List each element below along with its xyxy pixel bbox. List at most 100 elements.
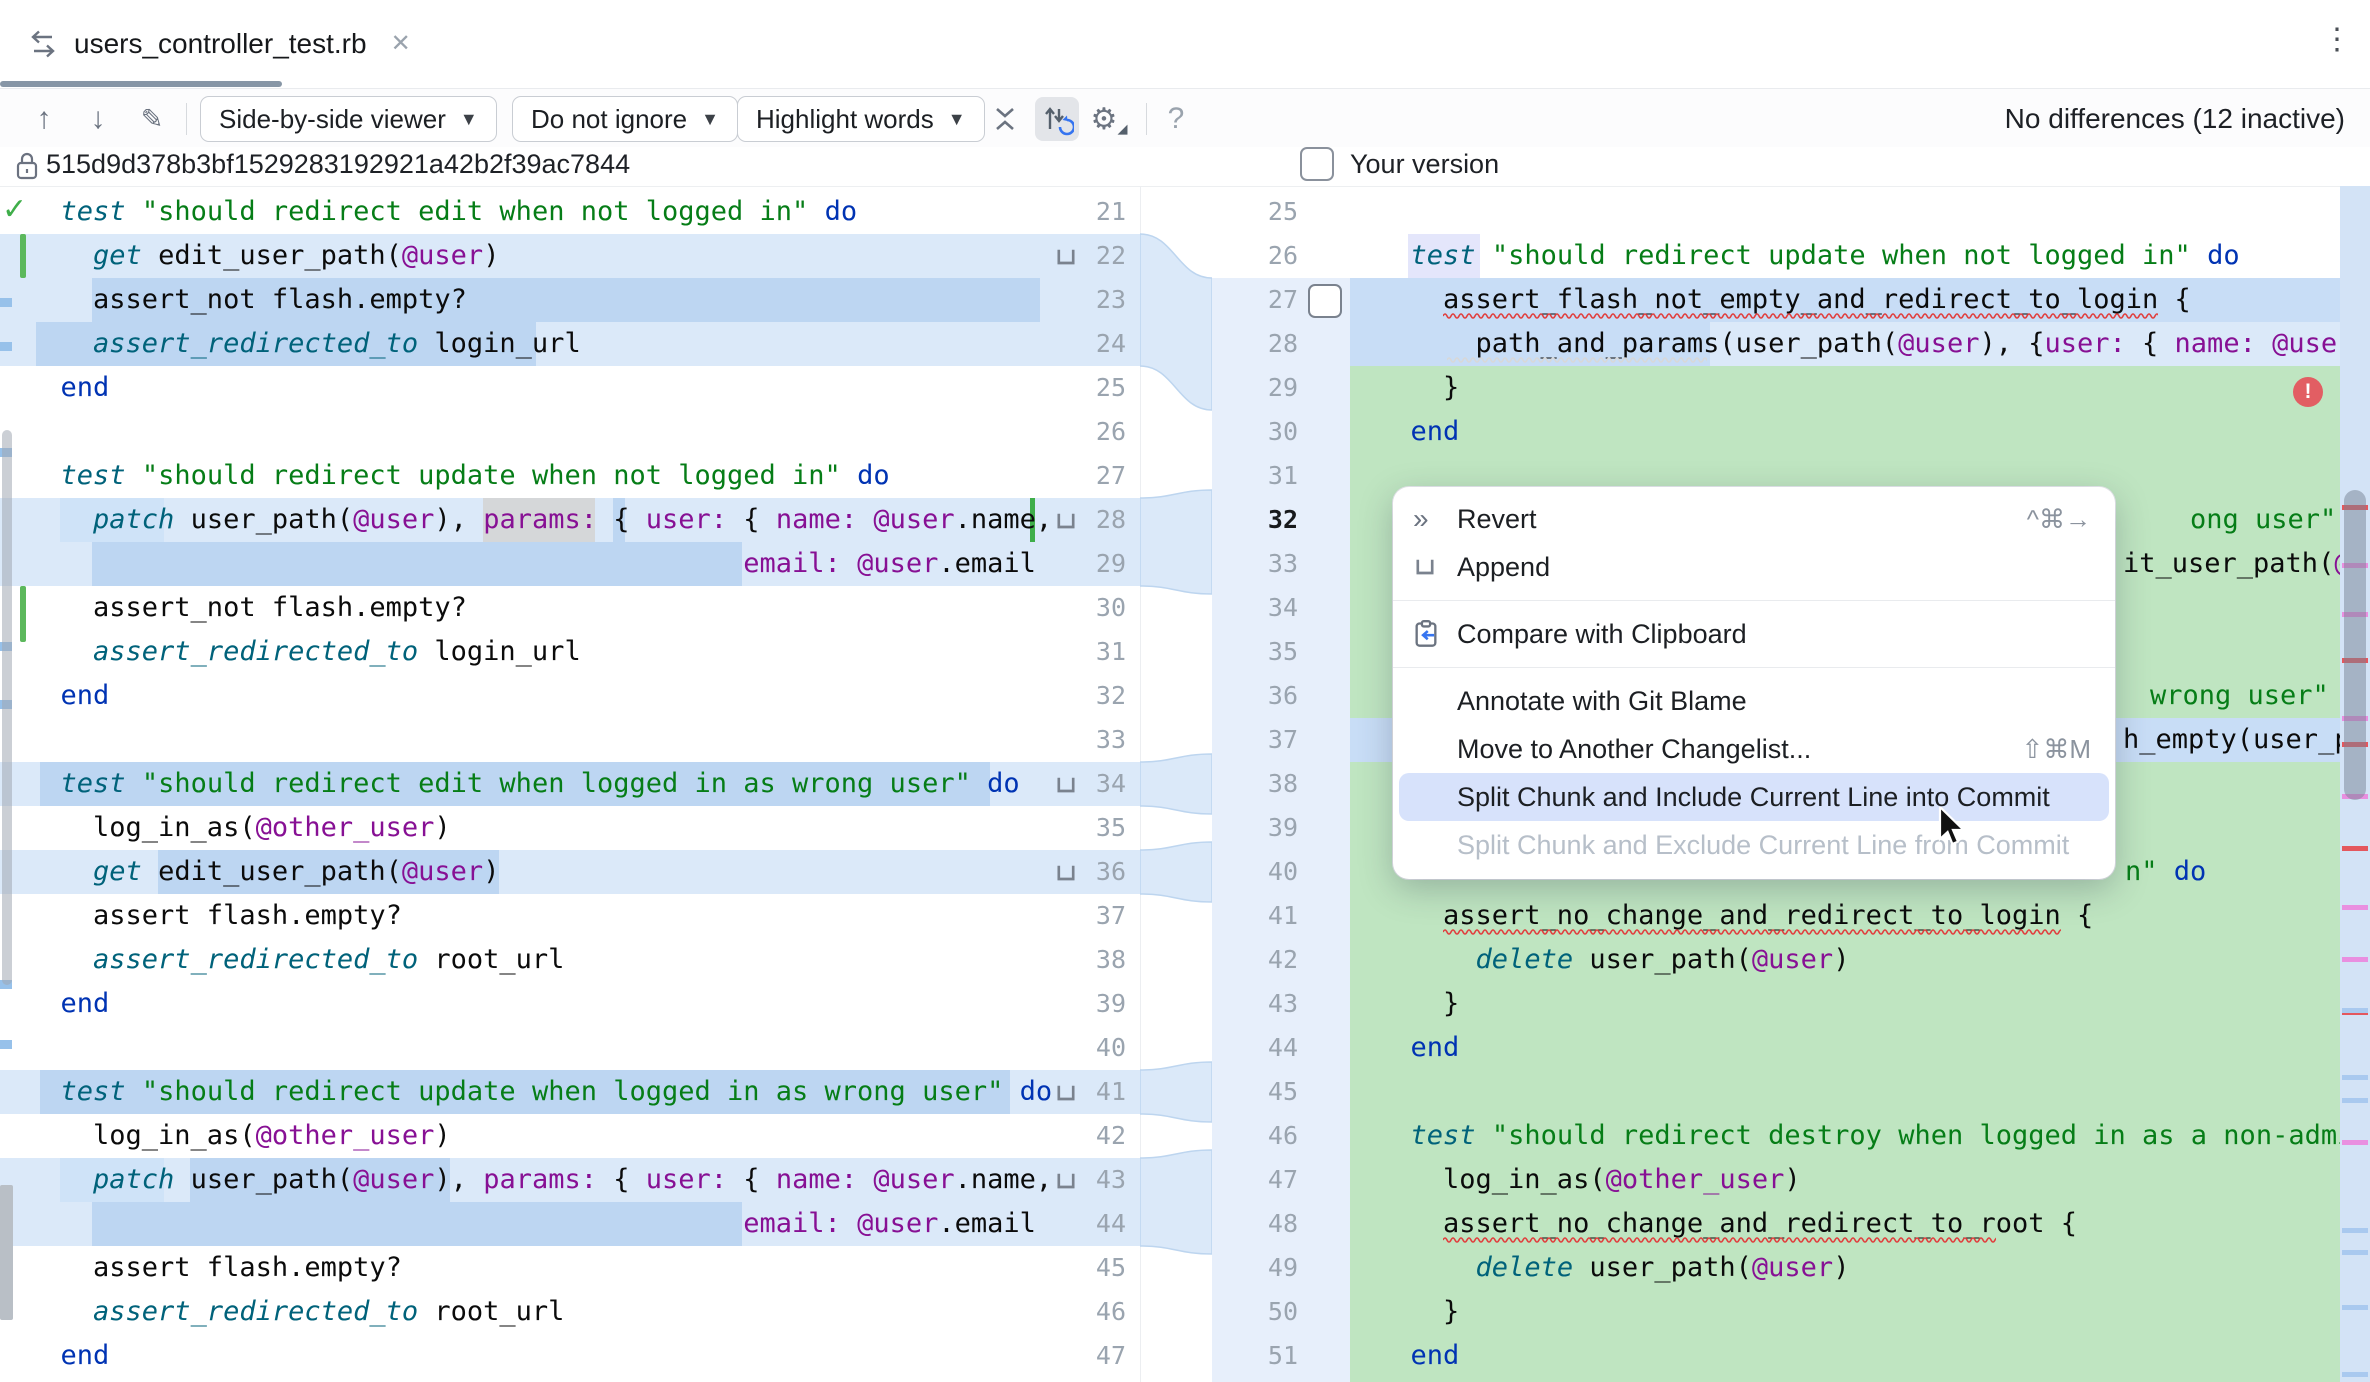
code-line: log_in_as(@other_user) [28, 1114, 451, 1158]
line-number: 31 [1268, 454, 1298, 498]
line-number: 26 [1268, 234, 1298, 278]
diff-toolbar: ↑ ↓ ✎ Side-by-side viewer▼ Do not ignore… [0, 89, 2370, 147]
sync-scroll-toggle[interactable] [1035, 97, 1079, 141]
menu-item-label: Compare with Clipboard [1457, 619, 2091, 650]
context-menu: »Revert^⌘→ Append Compare with Clipboard An… [1393, 487, 2115, 879]
your-version-checkbox[interactable] [1300, 147, 1334, 181]
menu-item-annotate-with-git-blame[interactable]: Annotate with Git Blame [1399, 677, 2109, 725]
line-number: 36 [1096, 850, 1126, 894]
line-number: 35 [1268, 630, 1298, 674]
code-line: log_in_as(@other_user) [1378, 1158, 1801, 1202]
code-line: } [1378, 366, 1459, 410]
append-gutter-icon[interactable] [1054, 1169, 1078, 1193]
append-gutter-icon[interactable] [1054, 861, 1078, 885]
lock-icon [14, 150, 40, 182]
code-line: assert flash.empty? [28, 894, 402, 938]
line-number: 49 [1268, 1246, 1298, 1290]
append-gutter-icon[interactable] [1054, 245, 1078, 269]
diff-window: users_controller_test.rb ✕ ⋮ ↑ ↓ ✎ Side-… [0, 0, 2370, 1382]
change-mark [0, 1040, 12, 1049]
line-number: 40 [1096, 1026, 1126, 1070]
menu-separator [1393, 600, 2115, 601]
help-button[interactable]: ? [1158, 97, 1194, 141]
menu-item-append[interactable]: Append [1399, 543, 2109, 591]
line-number: 47 [1096, 1334, 1126, 1378]
menu-item-compare-with-clipboard[interactable]: Compare with Clipboard [1399, 610, 2109, 658]
code-line: log_in_as(@other_user) [28, 806, 451, 850]
next-change-button[interactable]: ↓ [78, 97, 118, 141]
chevron-down-icon: ▼ [701, 109, 719, 130]
line-number: 43 [1268, 982, 1298, 1026]
right-error-stripe[interactable] [2340, 186, 2370, 1382]
code-line: end [28, 1334, 109, 1378]
line-number: 27 [1268, 278, 1298, 322]
code-line: assert_redirected_to root_url [28, 1290, 564, 1334]
line-number: 30 [1268, 410, 1298, 454]
chunk-checkbox[interactable] [1308, 284, 1342, 318]
line-number: 47 [1268, 1158, 1298, 1202]
line-number: 42 [1268, 938, 1298, 982]
code-line: assert_not flash.empty? [28, 278, 467, 322]
viewer-mode-select[interactable]: Side-by-side viewer▼ [200, 96, 497, 142]
menu-shortcut: ⇧⌘M [2022, 734, 2091, 765]
line-number: 28 [1268, 322, 1298, 366]
line-number: 28 [1096, 498, 1126, 542]
diff-connector [1140, 186, 1212, 1382]
mouse-cursor-icon [1938, 807, 1974, 847]
menu-item-revert[interactable]: »Revert^⌘→ [1399, 495, 2109, 543]
code-line: wrong user" do [2150, 674, 2340, 718]
line-number: 31 [1096, 630, 1126, 674]
menu-item-move-to-another-changelist[interactable]: Move to Another Changelist...⇧⌘M [1399, 725, 2109, 773]
whitespace-mode-select[interactable]: Do not ignore▼ [512, 96, 738, 142]
change-mark [2342, 1140, 2368, 1145]
edit-button[interactable]: ✎ [132, 97, 172, 141]
added-gutter-bar [20, 234, 26, 278]
code-line: test "should redirect update when logged… [28, 1070, 1052, 1114]
kebab-menu-icon[interactable]: ⋮ [2322, 22, 2352, 57]
change-mark [2342, 1075, 2368, 1080]
line-number: 41 [1268, 894, 1298, 938]
menu-item-label: Move to Another Changelist... [1457, 734, 2022, 765]
append-gutter-icon[interactable] [1054, 773, 1078, 797]
tab-close-icon[interactable]: ✕ [391, 29, 411, 58]
chevron-down-icon: ▼ [460, 109, 478, 130]
line-number: 36 [1268, 674, 1298, 718]
menu-item-label: Split Chunk and Exclude Current Line fro… [1457, 830, 2091, 861]
file-tab[interactable]: users_controller_test.rb ✕ [0, 0, 431, 87]
left-line-numbers: 2122232425262728293031323334353637383940… [1040, 186, 1140, 1382]
code-line: n" do [2125, 850, 2206, 894]
line-number: 32 [1268, 498, 1298, 542]
previous-change-button[interactable]: ↑ [24, 97, 64, 141]
code-line: patch user_path(@user), params: { user: … [28, 498, 1052, 542]
change-mark [2342, 1250, 2368, 1255]
menu-item-split-chunk-and-include-current-line-into-commit[interactable]: Split Chunk and Include Current Line int… [1399, 773, 2109, 821]
revert-icon: » [1413, 503, 1457, 535]
chevron-down-icon: ▼ [948, 109, 966, 130]
menu-item-label: Append [1457, 552, 2091, 583]
collapse-unchanged-button[interactable] [985, 97, 1025, 141]
line-number: 33 [1096, 718, 1126, 762]
your-version-label: Your version [1350, 149, 1499, 180]
line-number: 45 [1096, 1246, 1126, 1290]
scrollbar-thumb [2344, 490, 2366, 800]
append-gutter-icon[interactable] [1054, 509, 1078, 533]
line-number: 50 [1268, 1290, 1298, 1334]
settings-gear-icon[interactable]: ⚙◢ [1087, 97, 1131, 141]
line-number: 29 [1096, 542, 1126, 586]
left-scrollbar[interactable] [0, 186, 14, 1382]
change-mark [2342, 1098, 2368, 1103]
error-squiggle [1443, 312, 2158, 319]
menu-separator [1393, 667, 2115, 668]
left-editor[interactable]: test "should redirect edit when not logg… [0, 186, 1141, 1382]
line-number: 27 [1096, 454, 1126, 498]
line-number: 35 [1096, 806, 1126, 850]
line-number: 39 [1268, 806, 1298, 850]
append-gutter-icon[interactable] [1054, 1081, 1078, 1105]
line-number: 46 [1096, 1290, 1126, 1334]
menu-item-split-chunk-and-exclude-current-line-from-commit: Split Chunk and Exclude Current Line fro… [1399, 821, 2109, 869]
line-number: 39 [1096, 982, 1126, 1026]
line-number: 23 [1096, 278, 1126, 322]
code-line: email: @user.email [28, 542, 1036, 586]
highlight-mode-select[interactable]: Highlight words▼ [737, 96, 985, 142]
line-number: 37 [1096, 894, 1126, 938]
